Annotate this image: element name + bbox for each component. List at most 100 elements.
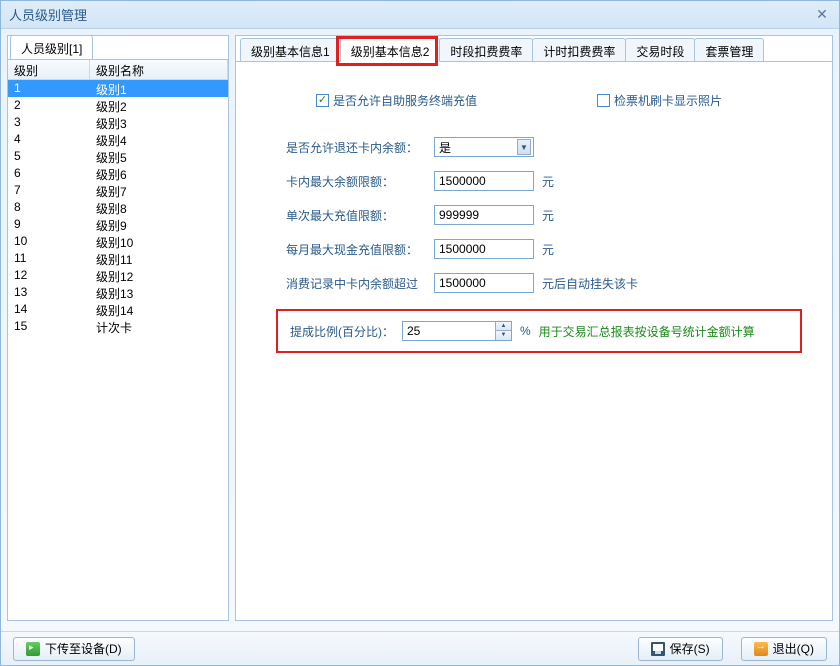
content: 人员级别[1] 级别 级别名称 1级别12级别23级别34级别45级别56级别6… [1,29,839,627]
cell-level: 11 [8,250,90,267]
cell-level: 15 [8,318,90,335]
bottom-bar: 下传至设备(D) 保存(S) 退出(Q) [1,631,839,665]
checkbox-row: 是否允许自助服务终端充值 检票机刷卡显示照片 [316,92,812,109]
tab-1[interactable]: 级别基本信息2 [340,38,441,62]
cb-show-photo-label: 检票机刷卡显示照片 [614,92,722,109]
left-panel: 人员级别[1] 级别 级别名称 1级别12级别23级别34级别45级别56级别6… [7,35,229,621]
cell-name: 级别13 [90,284,228,301]
unit-yuan: 元 [542,173,554,190]
list-row[interactable]: 3级别3 [8,114,228,131]
input-consume-exceed[interactable] [434,273,534,293]
cb-show-photo[interactable]: 检票机刷卡显示照片 [597,92,722,109]
exit-icon [754,642,768,656]
select-refund-value: 是 [439,139,451,156]
checkbox-icon [597,94,610,107]
spinner-commission[interactable]: ▲ ▼ [402,321,512,341]
window-title: 人员级别管理 [9,5,813,24]
cell-level: 7 [8,182,90,199]
input-max-balance[interactable] [434,171,534,191]
list-row[interactable]: 13级别13 [8,284,228,301]
exit-button-label: 退出(Q) [773,640,814,657]
cell-name: 级别12 [90,267,228,284]
cell-level: 10 [8,233,90,250]
label-max-balance: 卡内最大余额限额： [286,173,426,190]
spin-up-icon[interactable]: ▲ [495,322,511,331]
tab-0[interactable]: 级别基本信息1 [240,38,341,61]
upload-button[interactable]: 下传至设备(D) [13,637,135,661]
exit-button[interactable]: 退出(Q) [741,637,827,661]
row-max-balance: 卡内最大余额限额： 元 [286,171,812,191]
left-tab-bar: 人员级别[1] [8,36,228,60]
col-header-name: 级别名称 [90,60,228,79]
cell-name: 级别9 [90,216,228,233]
cell-name: 计次卡 [90,318,228,335]
cell-name: 级别8 [90,199,228,216]
suffix-consume-exceed: 元后自动挂失该卡 [542,275,638,292]
row-refund: 是否允许退还卡内余额： 是 ▼ [286,137,812,157]
save-icon [651,642,665,656]
commission-note: 用于交易汇总报表按设备号统计金额计算 [539,323,755,340]
cb-self-service[interactable]: 是否允许自助服务终端充值 [316,92,477,109]
list-row[interactable]: 11级别11 [8,250,228,267]
chevron-down-icon: ▼ [517,139,531,155]
save-button[interactable]: 保存(S) [638,637,723,661]
input-commission[interactable] [403,324,495,338]
list-row[interactable]: 5级别5 [8,148,228,165]
cell-name: 级别2 [90,97,228,114]
tab-2[interactable]: 时段扣费费率 [439,38,533,61]
list-header: 级别 级别名称 [8,60,228,80]
select-refund[interactable]: 是 ▼ [434,137,534,157]
list-row[interactable]: 7级别7 [8,182,228,199]
cell-level: 2 [8,97,90,114]
tab-4[interactable]: 交易时段 [625,38,695,61]
list-row[interactable]: 6级别6 [8,165,228,182]
checkbox-icon [316,94,329,107]
save-button-label: 保存(S) [670,640,710,657]
label-monthly-cash: 每月最大现金充值限额： [286,241,426,258]
input-single-recharge[interactable] [434,205,534,225]
cell-level: 1 [8,80,90,97]
cb-self-service-label: 是否允许自助服务终端充值 [333,92,477,109]
tabs: 级别基本信息1级别基本信息2时段扣费费率计时扣费费率交易时段套票管理 [236,36,832,62]
unit-yuan: 元 [542,241,554,258]
percent-sign: % [520,324,531,338]
left-tab[interactable]: 人员级别[1] [10,35,93,59]
label-single-recharge: 单次最大充值限额： [286,207,426,224]
list-row[interactable]: 1级别1 [8,80,228,97]
cell-name: 级别3 [90,114,228,131]
list-body: 1级别12级别23级别34级别45级别56级别67级别78级别89级别910级别… [8,80,228,620]
cell-level: 8 [8,199,90,216]
list-row[interactable]: 12级别12 [8,267,228,284]
unit-yuan: 元 [542,207,554,224]
label-consume-exceed: 消费记录中卡内余额超过 [286,275,426,292]
cell-level: 3 [8,114,90,131]
row-consume-exceed: 消费记录中卡内余额超过 元后自动挂失该卡 [286,273,812,293]
tab-3[interactable]: 计时扣费费率 [532,38,626,61]
list-row[interactable]: 10级别10 [8,233,228,250]
cell-name: 级别14 [90,301,228,318]
close-icon[interactable]: ✕ [813,6,831,24]
highlight-box-commission: 提成比例(百分比)： ▲ ▼ % 用于交易汇总报表按设备号统计金额计算 [276,309,802,353]
list-row[interactable]: 9级别9 [8,216,228,233]
cell-name: 级别11 [90,250,228,267]
titlebar: 人员级别管理 ✕ [1,1,839,29]
label-refund: 是否允许退还卡内余额： [286,139,426,156]
cell-level: 6 [8,165,90,182]
spin-down-icon[interactable]: ▼ [495,331,511,340]
cell-level: 13 [8,284,90,301]
tab-5[interactable]: 套票管理 [694,38,764,61]
list-row[interactable]: 15计次卡 [8,318,228,335]
cell-level: 14 [8,301,90,318]
cell-level: 4 [8,131,90,148]
upload-icon [26,642,40,656]
input-monthly-cash[interactable] [434,239,534,259]
label-commission: 提成比例(百分比)： [290,323,394,340]
list-row[interactable]: 4级别4 [8,131,228,148]
cell-level: 5 [8,148,90,165]
list-row[interactable]: 8级别8 [8,199,228,216]
upload-button-label: 下传至设备(D) [45,640,122,657]
cell-name: 级别6 [90,165,228,182]
list-row[interactable]: 14级别14 [8,301,228,318]
cell-level: 12 [8,267,90,284]
list-row[interactable]: 2级别2 [8,97,228,114]
